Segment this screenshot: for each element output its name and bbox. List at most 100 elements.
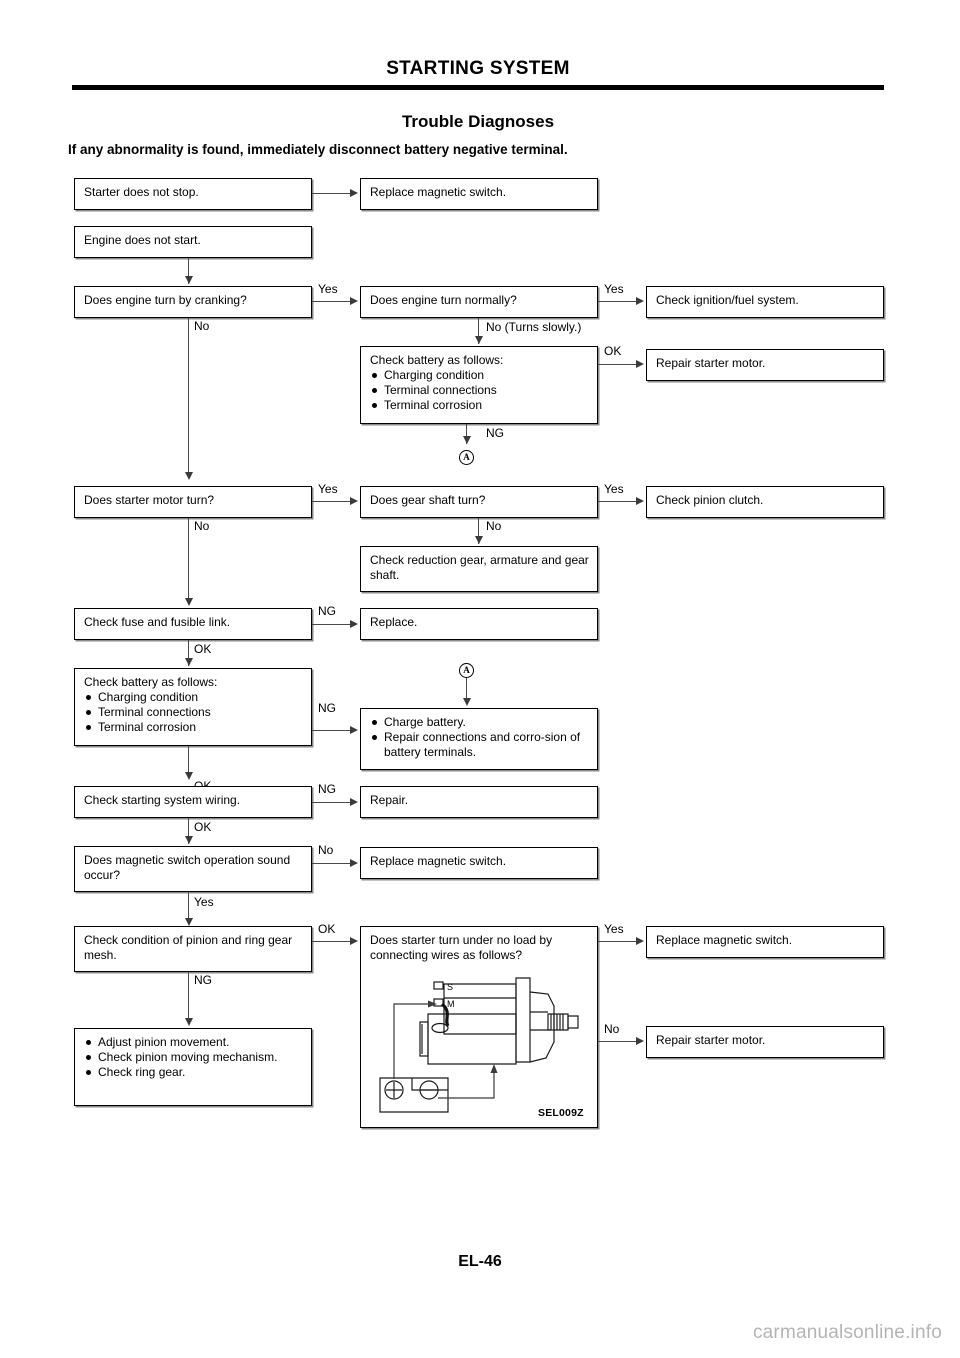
arrow-down [184,276,193,284]
bullet-item: Adjust pinion movement. [84,1035,303,1050]
label-ok-4: OK [194,820,212,834]
page-title: STARTING SYSTEM [386,58,570,79]
box-text: Repair starter motor. [656,1033,766,1047]
bullet-item: Repair connections and corro-­sion of ba… [370,730,589,760]
box-does-gear-shaft-turn: Does gear shaft turn? [360,486,598,518]
arrow-right [350,497,358,505]
box-text: Does starter turn under no load by conne… [370,933,553,962]
box-does-magnetic-switch-sound: Does magnetic switch operation sound occ… [74,846,312,892]
connector-line [598,941,636,943]
label-ok-2: OK [194,642,212,656]
box-check-reduction-gear: Check reduction gear, armature and gear … [360,546,598,592]
box-repair-starter-motor-2: Repair starter motor. [646,1026,884,1058]
section-title: Trouble Diagnoses [401,112,555,131]
label-yes-3: Yes [318,482,338,496]
box-check-starting-system-wiring: Check starting system wiring. [74,786,312,818]
bullet-item: Check ring gear. [84,1065,303,1080]
box-text: Starter does not stop. [84,185,199,199]
box-title: Check battery as follows: [370,353,504,367]
arrow-down [474,536,483,544]
box-text: Replace magnetic switch. [370,854,507,868]
box-text: Check starting system wiring. [84,793,241,807]
box-repair: Repair. [360,786,598,818]
connector-line [598,364,636,366]
box-text: Engine does not start. [84,233,201,247]
arrow-right [350,726,358,734]
arrow-right [636,937,644,945]
header-divider [72,85,884,90]
label-no-3: No [486,519,502,533]
bullet-item: Terminal connections [84,705,303,720]
bullet-item: Charge battery. [370,715,589,730]
arrow-down [474,336,483,344]
bullet-item: Check pinion moving mecha­nism. [84,1050,303,1065]
arrow-down [184,1018,193,1026]
arrow-down [184,472,193,480]
box-check-battery-1: Check battery as follows: Charging condi… [360,346,598,424]
bullet-item: Terminal corrosion [84,720,303,735]
box-text: Does engine turn by cranking? [84,293,247,307]
box-replace-magnetic-switch-1: Replace magnetic switch. [360,178,598,210]
box-text: Replace. [370,615,418,629]
arrow-right [636,360,644,368]
label-ok-5: OK [318,922,336,936]
bullet-item: Terminal corrosion [370,398,589,413]
arrow-right [350,798,358,806]
arrow-right [350,189,358,197]
label-no-2: No [194,519,210,533]
box-text: Repair. [370,793,409,807]
label-ok-1: OK [604,344,622,358]
arrow-right [350,297,358,305]
arrow-down [184,658,193,666]
box-check-pinion-clutch: Check pinion clutch. [646,486,884,518]
box-text: Replace magnetic switch. [656,933,793,947]
arrow-right [636,297,644,305]
connector-line [312,301,350,303]
label-ng-3: NG [318,701,336,715]
arrow-down [184,772,193,780]
label-yes-1: Yes [318,282,338,296]
box-starter-does-not-stop: Starter does not stop. [74,178,312,210]
connector-line [312,802,350,804]
label-no-1: No [194,319,210,333]
label-no-4: No [318,843,334,857]
connector-line [312,863,350,865]
intro-warning-text: If any abnormality is found, immediately… [68,142,568,157]
box-text: Check condition of pinion and ring gear … [84,933,293,962]
arrow-right [350,620,358,628]
arrow-right [350,859,358,867]
connector-line [188,518,190,604]
box-check-pinion-ring-gear-mesh: Check condition of pinion and ring gear … [74,926,312,972]
connector-line [312,193,350,195]
box-does-engine-turn-normally: Does engine turn normally? [360,286,598,318]
label-yes-4: Yes [604,482,624,496]
box-adjust-pinion: Adjust pinion movement. Check pinion mov… [74,1028,312,1106]
label-yes-2: Yes [604,282,624,296]
box-text: Replace magnetic switch. [370,185,507,199]
box-does-engine-turn-by-cranking: Does engine turn by cranking? [74,286,312,318]
box-text: Check ignition/fuel system. [656,293,799,307]
box-check-ignition-fuel-system: Check ignition/fuel system. [646,286,884,318]
box-does-starter-motor-turn: Does starter motor turn? [74,486,312,518]
arrow-down [462,436,471,444]
label-ng-4: NG [318,782,336,796]
box-text: Check pinion clutch. [656,493,764,507]
connector-line [312,501,350,503]
arrow-down [184,598,193,606]
box-replace-magnetic-switch-3: Replace magnetic switch. [646,926,884,958]
arrow-right [636,1037,644,1045]
label-no-turns-slowly: No (Turns slowly.) [486,320,582,334]
label-ng-1: NG [486,426,504,440]
arrow-down [462,698,471,706]
watermark: carmanualsonline.info [752,1322,942,1343]
connector-line [312,941,350,943]
box-repair-starter-motor-1: Repair starter motor. [646,349,884,381]
arrow-down [184,836,193,844]
arrow-right [350,937,358,945]
box-text: Repair starter motor. [656,356,766,370]
box-text: Does gear shaft turn? [370,493,486,507]
starter-no-load-test-illustration: S M [379,977,579,1113]
bullet-item: Terminal connections [370,383,589,398]
illustration-code: SEL009Z [538,1107,584,1119]
arrow-right [636,497,644,505]
